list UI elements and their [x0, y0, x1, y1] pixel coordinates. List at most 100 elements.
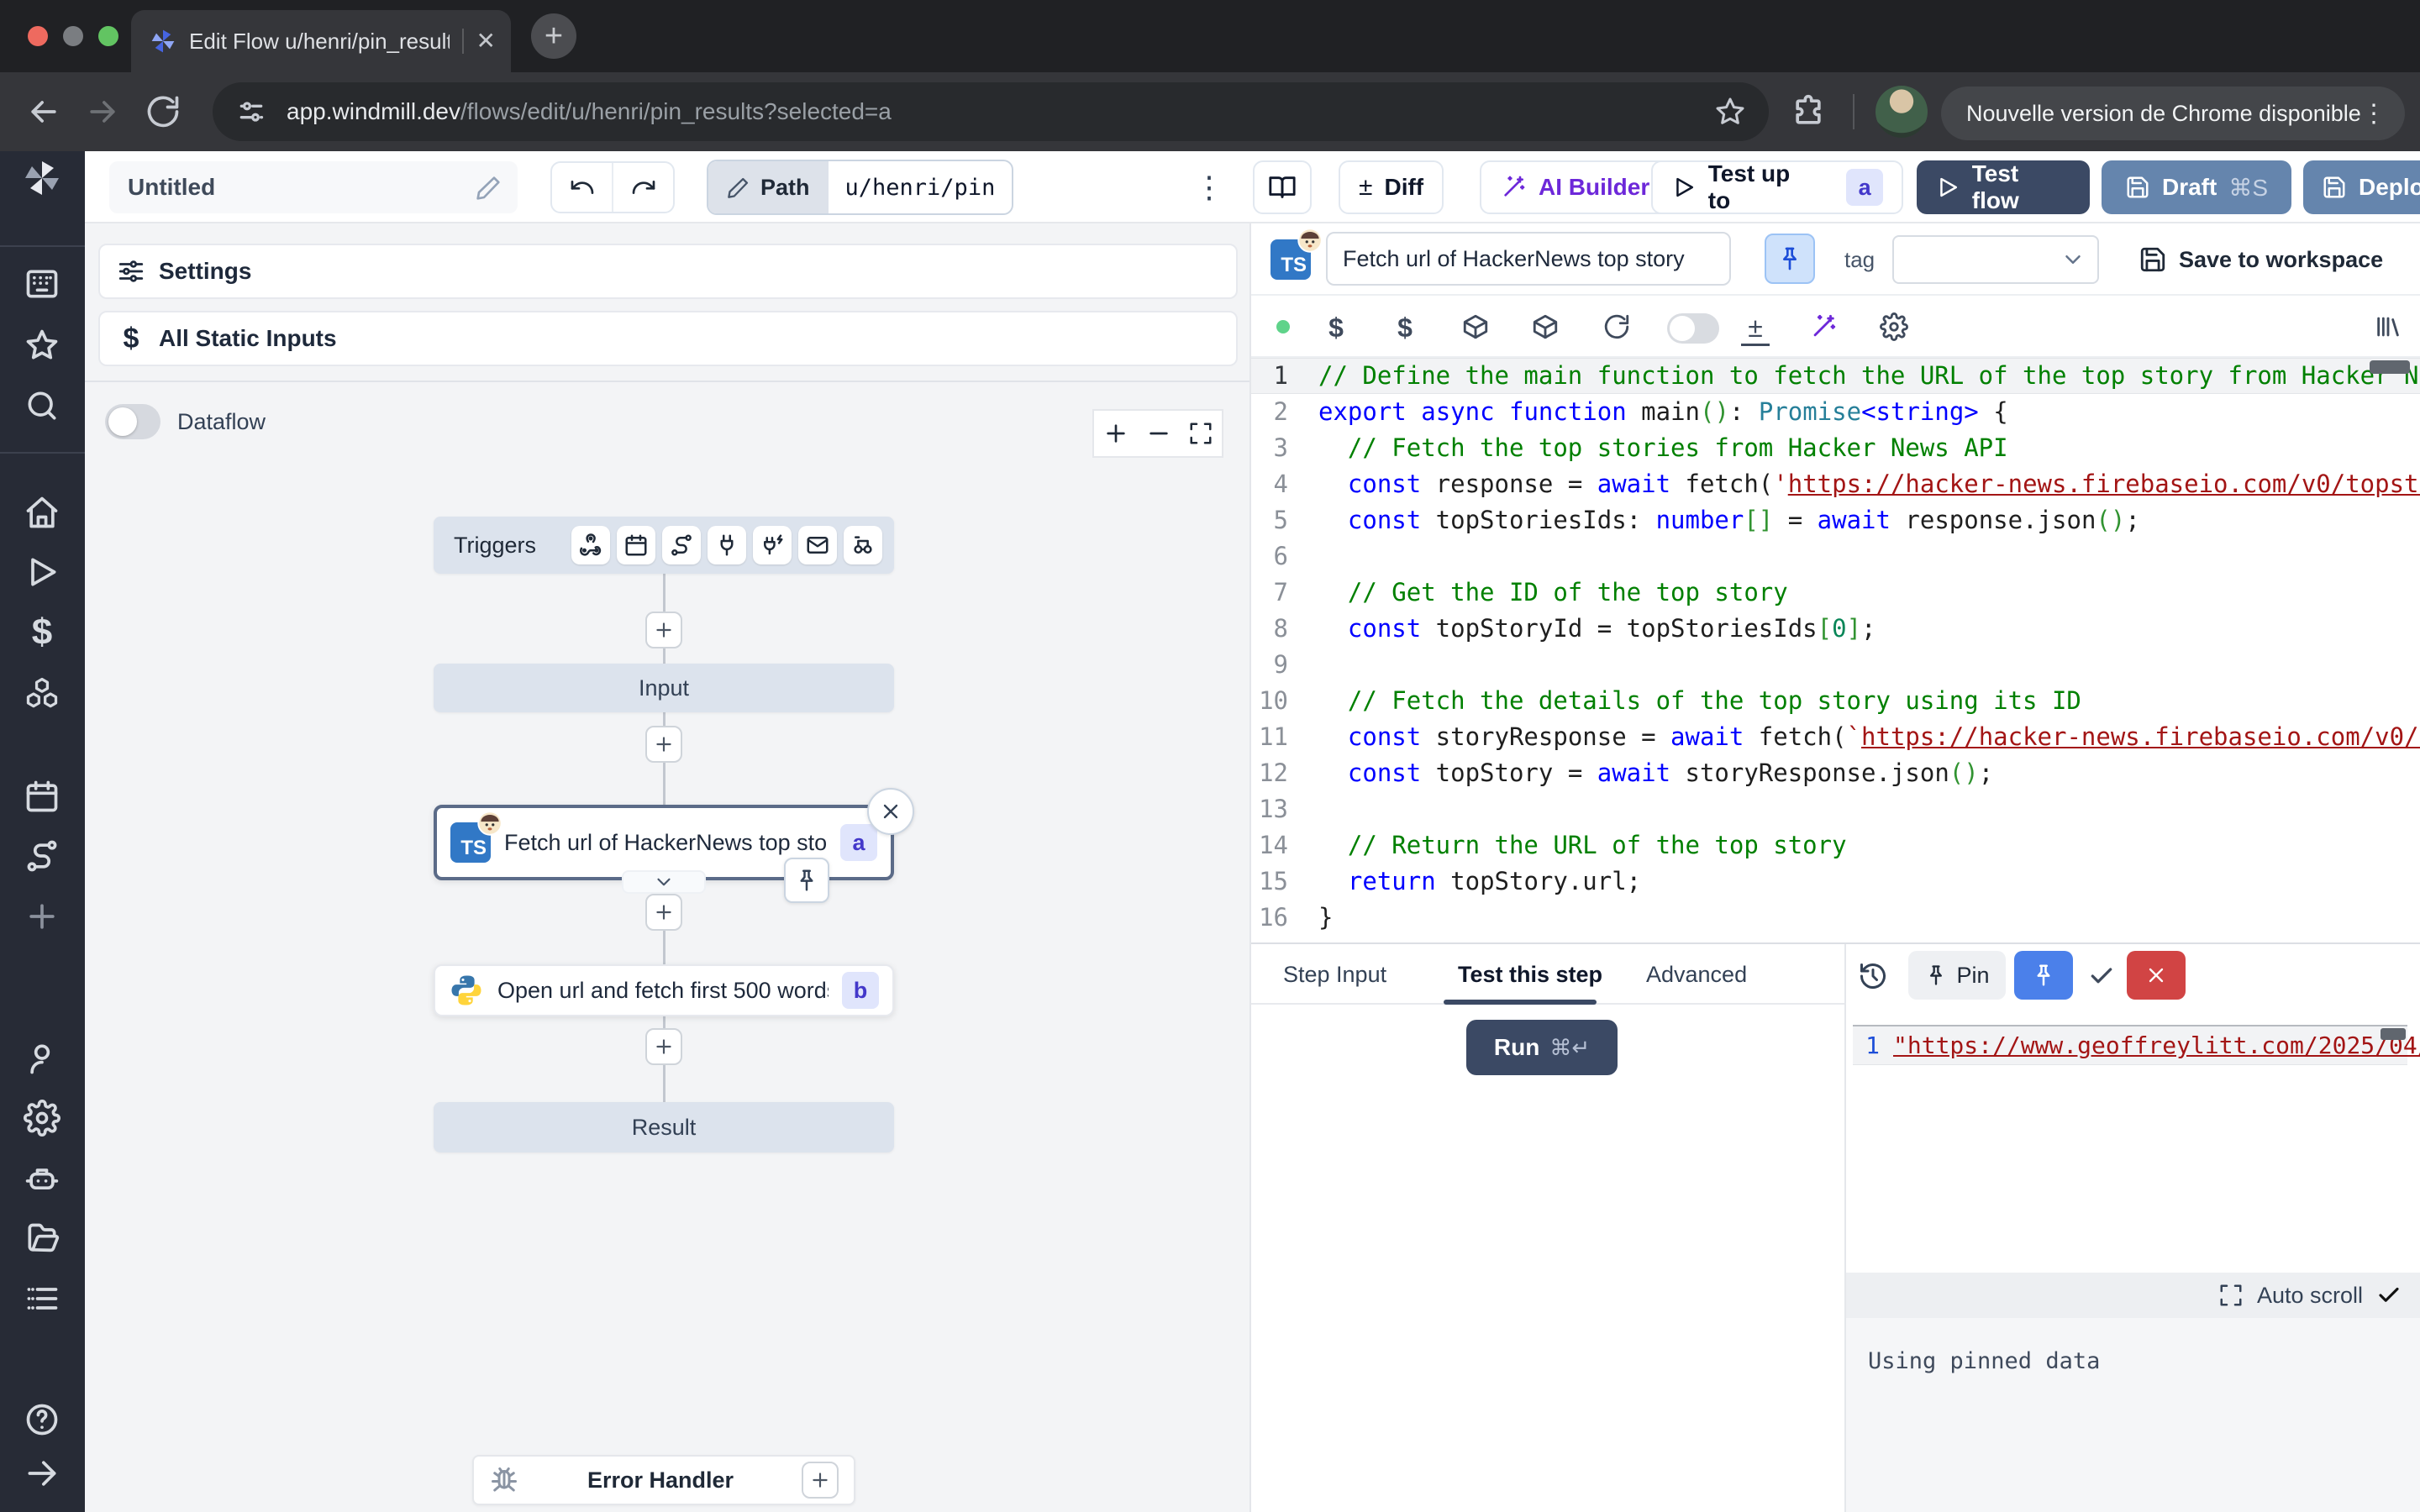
save-to-workspace-button[interactable]: Save to workspace [2139, 223, 2383, 296]
sidebar-item-resources[interactable] [24, 675, 60, 712]
insert-step-button[interactable] [645, 726, 682, 763]
run-button[interactable]: Run ⌘↵ [1466, 1020, 1618, 1075]
sidebar-item-users[interactable] [24, 1040, 60, 1077]
test-up-to-step-badge[interactable]: a [1846, 169, 1883, 206]
check-icon[interactable] [2376, 1283, 2402, 1308]
diff-button[interactable]: ± Diff [1339, 160, 1444, 214]
pin-step-button[interactable] [1765, 234, 1815, 284]
test-up-to-button[interactable]: Test up to a [1651, 160, 1903, 214]
result-node[interactable]: Result [434, 1102, 894, 1152]
step-node-b[interactable]: Open url and fetch first 500 words of ..… [434, 964, 894, 1016]
package-icon[interactable] [1531, 312, 1560, 341]
sidebar-item-home[interactable] [24, 494, 60, 531]
sidebar-item-runs[interactable] [24, 554, 60, 591]
editor-settings-icon[interactable] [1880, 312, 1908, 341]
dataflow-toggle[interactable] [105, 404, 160, 439]
sidebar-item-favorites[interactable] [24, 327, 60, 364]
reload-icon[interactable] [145, 93, 182, 130]
tab-advanced[interactable]: Advanced [1646, 944, 1747, 1005]
sidebar-item-schedules[interactable] [24, 778, 60, 815]
pinned-data-editor[interactable]: 1"https://www.geoffreylitt.com/2025/04/1… [1853, 1025, 2407, 1268]
sidebar-item-workers[interactable] [24, 1162, 60, 1199]
error-handler-node[interactable]: Error Handler [472, 1455, 855, 1505]
step-name-input[interactable]: Fetch url of HackerNews top story [1326, 232, 1731, 286]
tab-close-icon[interactable]: ✕ [476, 29, 496, 53]
expand-icon[interactable] [2218, 1283, 2244, 1308]
tag-select[interactable] [1892, 235, 2099, 284]
variable-picker-icon[interactable]: $ [1322, 312, 1350, 341]
all-static-inputs-bar[interactable]: $ All Static Inputs [98, 311, 1238, 366]
extensions-puzzle-icon[interactable] [1790, 93, 1827, 130]
site-settings-icon[interactable] [234, 95, 268, 129]
sidebar-expand-icon[interactable] [24, 1455, 60, 1492]
redo-button[interactable] [612, 163, 673, 212]
package-icon[interactable] [1461, 312, 1490, 341]
sidebar-item-audit-logs[interactable] [24, 1280, 60, 1317]
diff-mode-icon[interactable]: ± [1741, 312, 1770, 346]
flow-name-input[interactable]: Untitled [109, 161, 518, 213]
tab-step-input[interactable]: Step Input [1283, 944, 1386, 1005]
forward-icon[interactable] [84, 93, 121, 130]
editor-toggle[interactable] [1667, 313, 1719, 344]
editor-scrollbar[interactable] [2381, 1028, 2406, 1040]
new-tab-button[interactable]: + [531, 13, 576, 59]
docs-button[interactable] [1253, 160, 1312, 214]
insert-step-button[interactable] [645, 894, 682, 931]
sidebar-item-triggers[interactable] [24, 837, 60, 874]
pin-button[interactable]: Pin [1908, 951, 2006, 1000]
sidebar-item-search[interactable] [24, 387, 60, 424]
clear-pin-button[interactable] [2127, 951, 2186, 1000]
code-editor[interactable]: 1// Define the main function to fetch th… [1251, 358, 2420, 942]
add-error-handler-button[interactable] [802, 1462, 839, 1499]
zoom-in-icon[interactable] [1102, 420, 1129, 447]
resource-picker-icon[interactable]: $ [1391, 312, 1419, 341]
sidebar-item-help[interactable] [24, 1401, 60, 1438]
input-node[interactable]: Input [434, 664, 894, 712]
back-icon[interactable] [25, 93, 62, 130]
poll-trigger-icon[interactable] [844, 526, 882, 564]
sidebar-item-settings[interactable] [24, 1100, 60, 1137]
pinned-step-indicator[interactable] [784, 858, 829, 903]
undo-button[interactable] [552, 163, 612, 212]
http-trigger-icon[interactable] [708, 526, 746, 564]
window-minimize-button[interactable] [63, 26, 83, 46]
expand-step-chevron[interactable] [622, 870, 706, 894]
webhook-trigger-icon[interactable] [571, 526, 610, 564]
chrome-update-button[interactable]: Nouvelle version de Chrome disponible ⋮ [1941, 87, 2405, 140]
email-trigger-icon[interactable] [798, 526, 837, 564]
reload-icon[interactable] [1602, 312, 1631, 341]
window-zoom-button[interactable] [98, 26, 118, 46]
path-button[interactable]: Path [708, 161, 829, 213]
tab-test-this-step[interactable]: Test this step [1458, 944, 1602, 1005]
browser-tab[interactable]: Edit Flow u/henri/pin_results ✕ [131, 10, 511, 72]
history-icon[interactable] [1858, 961, 1888, 991]
library-icon[interactable] [2374, 312, 2402, 341]
remove-step-button[interactable] [867, 788, 914, 835]
sidebar-item-apps[interactable] [24, 265, 60, 302]
triggers-node[interactable]: Triggers [434, 517, 894, 574]
ai-assist-icon[interactable] [1809, 312, 1838, 341]
editor-scrollbar[interactable] [2370, 360, 2410, 374]
more-options-icon[interactable]: ⋮ [1192, 165, 1226, 210]
ai-builder-button[interactable]: AI Builder [1480, 160, 1670, 214]
address-bar[interactable]: app.windmill.dev/flows/edit/u/henri/pin_… [213, 82, 1769, 141]
window-close-button[interactable] [28, 26, 48, 46]
edit-pencil-icon[interactable] [476, 174, 502, 201]
insert-step-button[interactable] [645, 612, 682, 648]
path-value[interactable]: u/henri/pin [829, 161, 1013, 213]
flow-settings-bar[interactable]: Settings [98, 244, 1238, 299]
chrome-menu-icon[interactable]: ⋮ [2361, 99, 2386, 129]
zoom-out-icon[interactable] [1145, 420, 1172, 447]
accept-check-icon[interactable] [2088, 963, 2115, 990]
pinned-active-button[interactable] [2014, 951, 2073, 1000]
sidebar-item-folders[interactable] [24, 1221, 60, 1257]
insert-step-button[interactable] [645, 1028, 682, 1065]
test-flow-button[interactable]: Test flow [1917, 160, 2090, 214]
windmill-logo[interactable] [22, 158, 62, 198]
draft-button[interactable]: Draft ⌘S [2102, 160, 2291, 214]
bookmark-star-icon[interactable] [1713, 95, 1747, 129]
deploy-button[interactable]: Deploy [2303, 160, 2420, 214]
route-trigger-icon[interactable] [662, 526, 701, 564]
websocket-trigger-icon[interactable] [753, 526, 792, 564]
sidebar-item-add[interactable] [24, 898, 60, 935]
